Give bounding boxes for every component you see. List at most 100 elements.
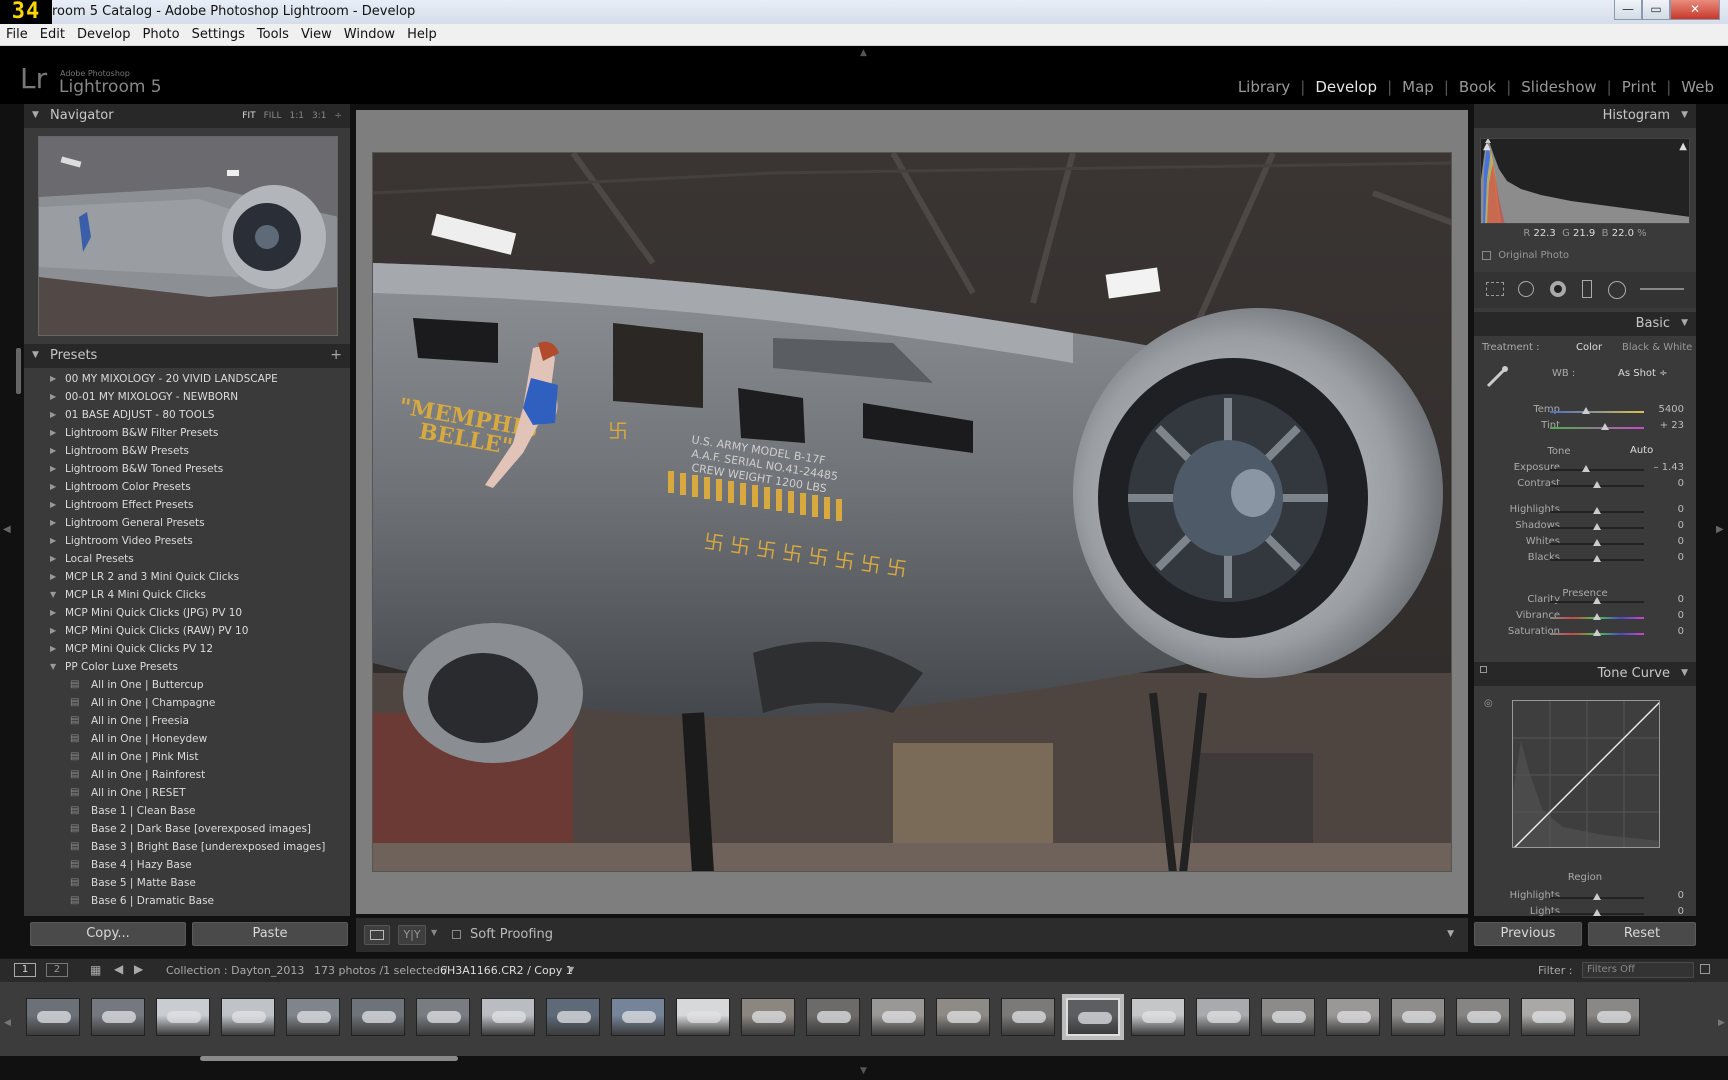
slider-value[interactable]: – 1.43	[1654, 462, 1684, 473]
preset-folder[interactable]: ▶ Lightroom B&W Presets	[24, 442, 350, 460]
slider-exposure[interactable]: Exposure – 1.43	[1474, 462, 1696, 478]
slider-track[interactable]	[1550, 555, 1644, 562]
menu-edit[interactable]: Edit	[40, 24, 65, 42]
filmstrip-thumbnail-selected[interactable]	[1066, 998, 1120, 1036]
radial-filter-icon[interactable]	[1608, 281, 1626, 299]
tone-curve-header[interactable]: Tone Curve ▼	[1474, 662, 1696, 686]
tone-curve-graph[interactable]	[1512, 700, 1660, 848]
preset-item[interactable]: ▤ Base 4 | Hazy Base	[24, 856, 350, 874]
shadow-clip-icon[interactable]: ▲	[1483, 141, 1491, 152]
add-preset-icon[interactable]: +	[330, 347, 342, 363]
filmstrip-thumbnail[interactable]	[546, 998, 600, 1036]
slider-handle-icon[interactable]	[1593, 555, 1601, 562]
slider-handle-icon[interactable]	[1593, 523, 1601, 530]
filmstrip-thumbnail[interactable]	[1326, 998, 1380, 1036]
highlight-clip-icon[interactable]: ▲	[1679, 141, 1687, 152]
image-viewport[interactable]: "MEMPHIS BELLE" 卐 卐 卐 卐 卐 卐 卐 卐 卐 U.S. A…	[356, 110, 1468, 914]
slider-value[interactable]: 0	[1678, 536, 1684, 547]
preset-item[interactable]: ▤ Base 6 | Dramatic Base	[24, 892, 350, 910]
zoom-fill[interactable]: FILL	[264, 111, 282, 121]
preset-folder[interactable]: ▶ Local Presets	[24, 550, 350, 568]
slider-vibrance[interactable]: Vibrance 0	[1474, 610, 1696, 626]
filmstrip-thumbnail[interactable]	[1131, 998, 1185, 1036]
slider-tint[interactable]: Tint + 23	[1474, 420, 1696, 436]
preset-folder[interactable]: ▶ Lightroom General Presets	[24, 514, 350, 532]
adjustment-brush-icon[interactable]	[1640, 288, 1684, 290]
navigator-preview[interactable]	[38, 136, 338, 336]
basic-header[interactable]: Basic ▼	[1474, 312, 1696, 336]
preset-folder[interactable]: ▶ 01 BASE ADJUST - 80 TOOLS	[24, 406, 350, 424]
module-book[interactable]: Book	[1459, 78, 1496, 96]
slider-handle-icon[interactable]	[1593, 893, 1601, 900]
preset-folder[interactable]: ▼ PP Color Luxe Presets	[24, 658, 350, 676]
slider-track[interactable]	[1550, 539, 1644, 546]
zoom-stepper-icon[interactable]: ÷	[334, 111, 342, 121]
original-photo-checkbox[interactable]	[1482, 250, 1491, 260]
preset-item[interactable]: ▤ All in One | RESET	[24, 784, 350, 802]
filmstrip-thumbnail[interactable]	[676, 998, 730, 1036]
back-arrow-icon[interactable]: ◀	[114, 962, 123, 976]
preset-folder[interactable]: ▶ Lightroom B&W Filter Presets	[24, 424, 350, 442]
preset-item[interactable]: ▤ All in One | Pink Mist	[24, 748, 350, 766]
treatment-bw[interactable]: Black & White	[1622, 342, 1692, 353]
grid-view-icon[interactable]: ▦	[90, 963, 101, 977]
slider-highlights[interactable]: Highlights 0	[1474, 504, 1696, 520]
menu-file[interactable]: File	[6, 24, 28, 42]
collapse-top-icon[interactable]: ▲	[860, 48, 867, 58]
module-slideshow[interactable]: Slideshow	[1521, 78, 1596, 96]
slider-highlights[interactable]: Highlights 0	[1474, 890, 1696, 906]
slider-contrast[interactable]: Contrast 0	[1474, 478, 1696, 494]
slider-value[interactable]: 0	[1678, 520, 1684, 531]
filmstrip-thumbnail[interactable]	[416, 998, 470, 1036]
slider-handle-icon[interactable]	[1581, 465, 1590, 472]
presets-header[interactable]: ▼ Presets +	[24, 344, 350, 368]
slider-value[interactable]: + 23	[1660, 420, 1684, 431]
slider-value[interactable]: 0	[1678, 626, 1684, 637]
filmstrip-thumbnail[interactable]	[1521, 998, 1575, 1036]
preset-folder[interactable]: ▶ 00-01 MY MIXOLOGY - NEWBORN	[24, 388, 350, 406]
collapse-bottom-icon[interactable]: ▼	[860, 1066, 867, 1076]
zoom-fit[interactable]: FIT	[242, 111, 255, 121]
collection-label[interactable]: Collection : Dayton_2013	[166, 964, 304, 977]
preset-folder[interactable]: ▶ MCP Mini Quick Clicks (RAW) PV 10	[24, 622, 350, 640]
preset-item[interactable]: ▤ All in One | Freesia	[24, 712, 350, 730]
treatment-color[interactable]: Color	[1576, 342, 1602, 353]
loupe-view-button[interactable]	[364, 925, 390, 945]
module-web[interactable]: Web	[1681, 78, 1714, 96]
main-photo[interactable]: "MEMPHIS BELLE" 卐 卐 卐 卐 卐 卐 卐 卐 卐 U.S. A…	[372, 152, 1452, 872]
crop-icon[interactable]	[1486, 282, 1504, 296]
preset-item[interactable]: ▤ Base 3 | Bright Base [underexposed imag…	[24, 838, 350, 856]
menu-view[interactable]: View	[301, 24, 332, 42]
slider-value[interactable]: 0	[1678, 890, 1684, 901]
filter-lock-icon[interactable]	[1700, 964, 1710, 974]
preset-item[interactable]: ▤ Base 2 | Dark Base [overexposed images]	[24, 820, 350, 838]
paste-button[interactable]: Paste	[192, 922, 348, 946]
preset-item[interactable]: ▤ All in One | Buttercup	[24, 676, 350, 694]
spot-removal-icon[interactable]	[1518, 281, 1534, 297]
before-after-dropdown-icon[interactable]: ▼	[431, 928, 437, 937]
slider-track[interactable]	[1550, 481, 1644, 488]
filmstrip-scrollbar[interactable]	[200, 1056, 458, 1061]
filmstrip-scroll-right-icon[interactable]: ▶	[1718, 1018, 1725, 1028]
collapse-left-icon[interactable]: ◀	[3, 524, 11, 535]
slider-handle-icon[interactable]	[1593, 507, 1601, 514]
slider-value[interactable]: 5400	[1659, 404, 1684, 415]
wb-eyedropper-icon[interactable]	[1484, 364, 1510, 390]
slider-saturation[interactable]: Saturation 0	[1474, 626, 1696, 642]
slider-shadows[interactable]: Shadows 0	[1474, 520, 1696, 536]
second-window-button[interactable]: 2	[46, 963, 68, 977]
filmstrip-thumbnail[interactable]	[741, 998, 795, 1036]
tone-auto-button[interactable]: Auto	[1630, 445, 1653, 456]
slider-value[interactable]: 0	[1678, 610, 1684, 621]
slider-track[interactable]	[1550, 893, 1644, 900]
slider-track[interactable]	[1550, 613, 1644, 620]
preset-folder[interactable]: ▼ MCP LR 4 Mini Quick Clicks	[24, 586, 350, 604]
filter-select[interactable]: Filters Off	[1582, 962, 1694, 978]
preset-folder[interactable]: ▶ Lightroom Effect Presets	[24, 496, 350, 514]
preset-folder[interactable]: ▶ MCP LR 2 and 3 Mini Quick Clicks	[24, 568, 350, 586]
slider-value[interactable]: 0	[1678, 478, 1684, 489]
slider-handle-icon[interactable]	[1581, 407, 1590, 414]
graduated-filter-icon[interactable]	[1582, 280, 1592, 298]
slider-temp[interactable]: Temp 5400	[1474, 404, 1696, 420]
tone-curve-switch-icon[interactable]	[1480, 666, 1487, 673]
